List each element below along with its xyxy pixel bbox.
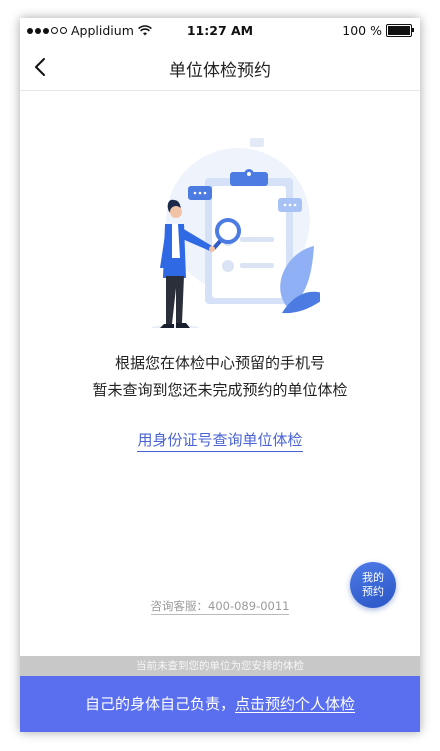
book-personal-checkup-button[interactable]: 自己的身体自己负责，点击预约个人体检 — [20, 676, 420, 732]
nav-bar: 单位体检预约 — [20, 44, 420, 91]
battery-status: 100 % — [342, 23, 414, 38]
notice-bar: 当前未查到您的单位为您安排的体检 — [20, 656, 420, 676]
message-line-2: 暂未查询到您还未完成预约的单位体检 — [92, 381, 348, 399]
customer-service-hotline[interactable]: 咨询客服：400-089-0011 — [150, 599, 290, 615]
my-booking-label-1: 我的 — [362, 571, 384, 584]
cta-link[interactable]: 点击预约个人体检 — [235, 695, 355, 713]
app-window: Applidium 11:27 AM 100 % 单位体检预约 根据您在体检中心… — [20, 18, 420, 732]
page-title: 单位体检预约 — [169, 61, 271, 81]
id-query-link-container: 用身份证号查询单位体检 — [20, 429, 420, 452]
status-bar: Applidium 11:27 AM 100 % — [20, 18, 420, 44]
battery-icon — [386, 24, 414, 37]
empty-state-message: 根据您在体检中心预留的手机号 暂未查询到您还未完成预约的单位体检 — [20, 350, 420, 404]
cta-prefix: 自己的身体自己负责， — [84, 695, 235, 713]
message-line-1: 根据您在体检中心预留的手机号 — [114, 354, 325, 372]
battery-percent: 100 % — [342, 23, 382, 38]
empty-state-illustration — [151, 138, 320, 328]
my-booking-label-2: 预约 — [362, 585, 384, 598]
hotline-container: 咨询客服：400-089-0011 — [20, 598, 420, 615]
id-query-link[interactable]: 用身份证号查询单位体检 — [137, 431, 303, 452]
